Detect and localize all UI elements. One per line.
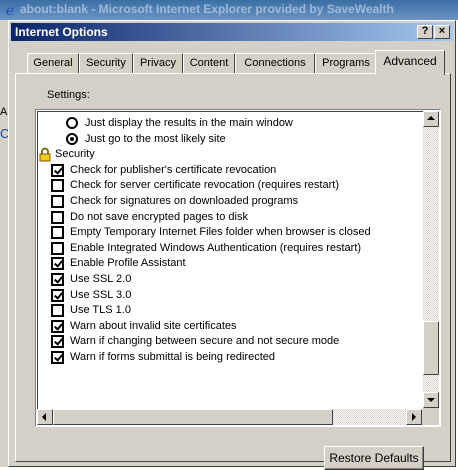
- settings-list[interactable]: Just display the results in the main win…: [35, 109, 441, 427]
- checkbox-unchecked[interactable]: [51, 195, 64, 208]
- tab-general[interactable]: General: [27, 53, 79, 73]
- background-titlebar: ℯ about:blank - Microsoft Internet Explo…: [0, 0, 458, 20]
- setting-label: Check for publisher's certificate revoca…: [70, 163, 277, 176]
- setting-label: Check for server certificate revocation …: [70, 179, 339, 192]
- vertical-scroll-thumb[interactable]: [423, 321, 439, 376]
- scrollbar-corner: [422, 408, 439, 425]
- checkbox-unchecked[interactable]: [51, 226, 64, 240]
- arrow-left-icon: [42, 413, 46, 421]
- help-button[interactable]: ?: [417, 25, 433, 39]
- setting-label: Enable Profile Assistant: [70, 257, 186, 270]
- restore-defaults-button[interactable]: Restore Defaults: [324, 446, 424, 470]
- setting-label: Warn about invalid site certificates: [70, 319, 237, 332]
- checkbox-checked[interactable]: [51, 335, 64, 349]
- settings-list-content: Just display the results in the main win…: [37, 111, 439, 425]
- background-side-letter-a: A: [0, 106, 8, 118]
- tab-privacy[interactable]: Privacy: [133, 53, 183, 73]
- setting-label: Check for signatures on downloaded progr…: [70, 195, 299, 207]
- checkbox-unchecked[interactable]: [51, 179, 64, 193]
- vertical-scrollbar[interactable]: [423, 111, 439, 408]
- setting-label: Just go to the most likely site: [85, 132, 226, 145]
- internet-options-dialog: Internet Options ? × General Security Pr…: [8, 20, 456, 470]
- tab-connections[interactable]: Connections: [235, 53, 315, 73]
- setting-label: Enable Integrated Windows Authentication…: [70, 241, 362, 254]
- horizontal-scroll-thumb[interactable]: [53, 409, 333, 425]
- arrow-right-icon: [412, 413, 416, 421]
- setting-label: Empty Temporary Internet Files folder wh…: [70, 226, 371, 239]
- checkbox-checked[interactable]: [51, 273, 64, 286]
- checkbox-checked[interactable]: [51, 319, 64, 333]
- checkbox-checked[interactable]: [51, 351, 64, 364]
- scroll-down-button[interactable]: [423, 392, 439, 408]
- checkbox-checked[interactable]: [51, 288, 64, 302]
- checkbox-unchecked[interactable]: [51, 210, 64, 224]
- dialog-title: Internet Options: [15, 25, 108, 39]
- checkbox-checked[interactable]: [51, 163, 64, 177]
- internet-explorer-icon: ℯ: [5, 2, 15, 18]
- lock-icon: [38, 147, 52, 162]
- setting-label: Use TLS 1.0: [70, 304, 131, 317]
- setting-label: Use SSL 2.0: [70, 273, 132, 285]
- setting-label: Use SSL 3.0: [70, 288, 132, 301]
- tab-programs[interactable]: Programs: [315, 53, 377, 73]
- setting-label: Warn if forms submittal is being redirec…: [70, 351, 275, 363]
- scroll-left-button[interactable]: [37, 409, 53, 425]
- tab-content[interactable]: Content: [183, 53, 235, 73]
- scroll-right-button[interactable]: [406, 409, 422, 425]
- tab-advanced[interactable]: Advanced: [375, 50, 445, 75]
- dialog-titlebar[interactable]: Internet Options ? ×: [11, 23, 453, 41]
- checkbox-checked[interactable]: [51, 257, 64, 271]
- radio-selected[interactable]: [66, 132, 78, 145]
- setting-label: Do not save encrypted pages to disk: [70, 210, 248, 223]
- horizontal-scrollbar[interactable]: [37, 409, 422, 425]
- tab-security[interactable]: Security: [79, 53, 133, 73]
- close-button[interactable]: ×: [434, 25, 450, 39]
- setting-label: Security: [55, 148, 95, 161]
- arrow-up-icon: [427, 116, 435, 120]
- arrow-down-icon: [427, 398, 435, 402]
- checkbox-unchecked[interactable]: [51, 241, 64, 255]
- settings-label: Settings:: [47, 89, 90, 101]
- scroll-up-button[interactable]: [423, 111, 439, 127]
- checkbox-unchecked[interactable]: [51, 304, 64, 318]
- setting-label: Warn if changing between secure and not …: [70, 335, 340, 348]
- background-window-title: about:blank - Microsoft Internet Explore…: [20, 2, 394, 16]
- radio-unselected[interactable]: [66, 117, 78, 129]
- setting-label: Just display the results in the main win…: [85, 117, 293, 129]
